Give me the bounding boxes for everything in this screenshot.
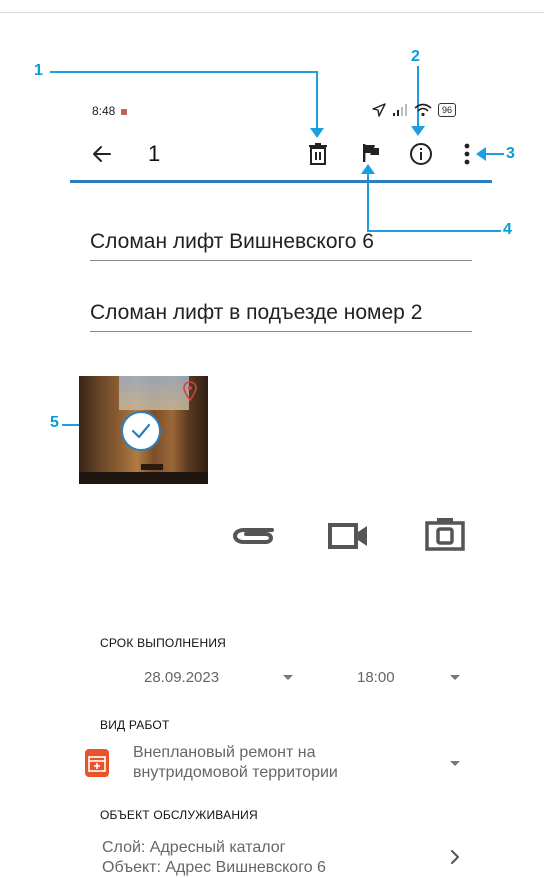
signal-icon [393, 104, 407, 116]
paperclip-icon[interactable] [232, 518, 276, 554]
work-type-value[interactable]: Внеплановый ремонт на внутридомовой терр… [133, 743, 338, 783]
video-camera-icon[interactable] [327, 518, 371, 554]
wifi-icon [414, 103, 432, 117]
callout-line-2 [417, 66, 419, 128]
description-field[interactable]: Сломан лифт в подъезде номер 2 [90, 301, 472, 332]
photo-sign [141, 464, 163, 470]
deadline-label: СРОК ВЫПОЛНЕНИЯ [100, 636, 227, 650]
service-object-line-1: Слой: Адресный каталог [102, 839, 286, 856]
callout-label-4: 4 [503, 221, 512, 238]
service-object-value[interactable]: Слой: Адресный каталог Объект: Адрес Виш… [102, 838, 326, 878]
work-type-icon [85, 749, 109, 777]
chevron-right-icon[interactable] [450, 850, 460, 864]
callout-label-5: 5 [50, 414, 59, 431]
location-arrow-icon [372, 103, 386, 117]
status-bar-time: 8:48 [92, 104, 128, 118]
more-vert-icon[interactable] [462, 143, 472, 165]
photo-floor [79, 472, 208, 484]
status-bar-indicators: 96 [372, 103, 457, 117]
info-icon[interactable] [409, 142, 433, 166]
back-arrow-icon[interactable] [90, 142, 114, 166]
deadline-date[interactable]: 28.09.2023 [144, 669, 219, 686]
work-type-dropdown-arrow-icon[interactable] [450, 761, 460, 766]
callout-line-1 [50, 71, 318, 73]
deadline-time[interactable]: 18:00 [357, 669, 395, 686]
work-type-line-2: внутридомовой территории [133, 764, 338, 781]
location-pin-icon [183, 381, 197, 401]
callout-arrowhead-2 [411, 126, 425, 136]
callout-arrowhead-1 [310, 128, 324, 138]
toolbar-divider [70, 180, 492, 183]
callout-line-3 [484, 153, 504, 155]
photo-noticeboard [119, 376, 189, 410]
trash-icon[interactable] [307, 142, 329, 166]
work-type-label: ВИД РАБОТ [100, 718, 170, 732]
clock-text: 8:48 [92, 104, 116, 118]
service-object-line-2: Объект: Адрес Вишневского 6 [102, 859, 326, 876]
flag-icon[interactable] [361, 143, 381, 163]
date-dropdown-arrow-icon[interactable] [283, 675, 293, 680]
battery-level: 96 [438, 103, 457, 117]
callout-line-1-vertical [316, 71, 318, 133]
toolbar-title: 1 [148, 141, 161, 166]
callout-label-1: 1 [34, 62, 43, 79]
checkmark-icon [131, 423, 151, 439]
callout-arrowhead-4 [361, 164, 375, 174]
callout-label-2: 2 [411, 48, 420, 65]
callout-label-3: 3 [506, 145, 515, 162]
time-dropdown-arrow-icon[interactable] [450, 675, 460, 680]
photo-selected-check[interactable] [121, 411, 161, 451]
calendar-plus-icon [88, 756, 106, 772]
title-field[interactable]: Сломан лифт Вишневского 6 [90, 230, 472, 261]
top-divider [0, 12, 544, 13]
notification-icon [121, 108, 128, 115]
service-object-label: ОБЪЕКТ ОБСЛУЖИВАНИЯ [100, 808, 258, 822]
work-type-line-1: Внеплановый ремонт на [133, 744, 316, 761]
callout-arrowhead-3 [476, 147, 486, 161]
photo-camera-icon[interactable] [424, 516, 468, 552]
